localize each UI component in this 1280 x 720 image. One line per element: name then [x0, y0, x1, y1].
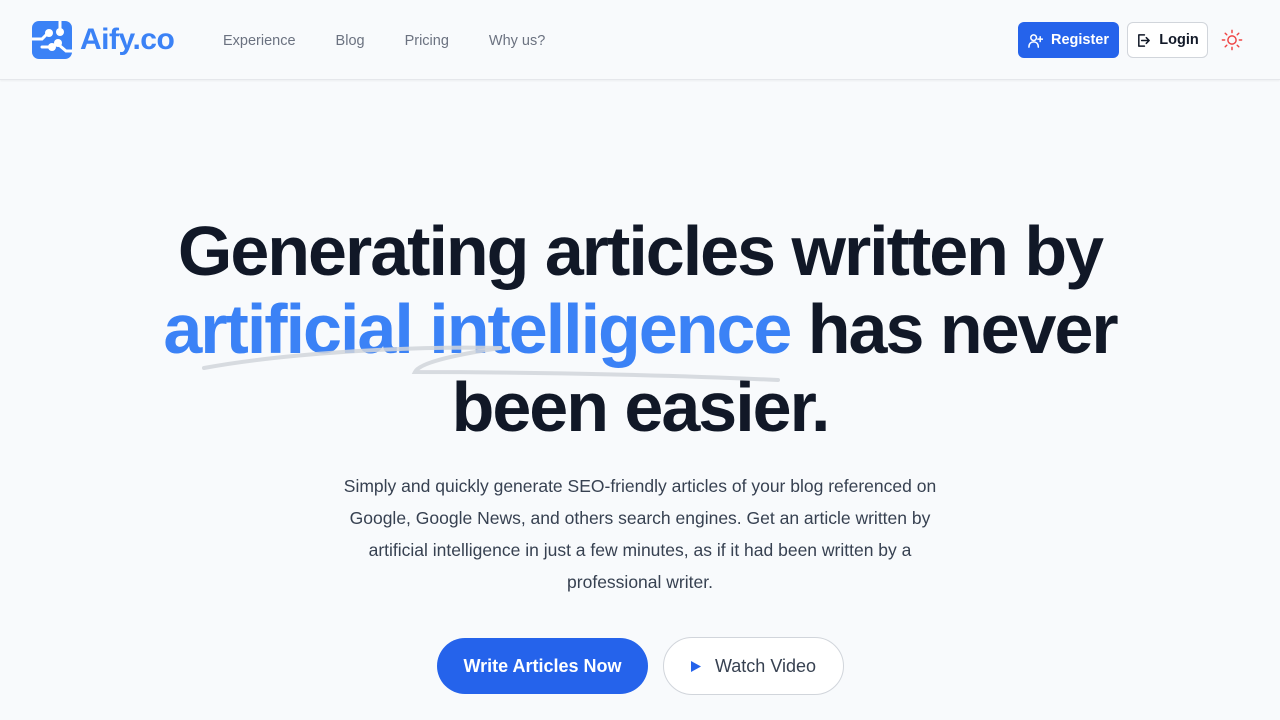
logo-text: Aify.co [80, 23, 175, 56]
hero-title: Generating articles written by artificia… [0, 212, 1280, 446]
register-button[interactable]: Register [1018, 22, 1119, 58]
watch-video-label: Watch Video [714, 655, 817, 676]
sun-icon [1221, 29, 1243, 51]
theme-toggle[interactable] [1216, 24, 1248, 56]
nav-blog[interactable]: Blog [336, 31, 365, 51]
register-label: Register [1050, 32, 1110, 48]
hero-title-line3: been easier. [451, 368, 831, 446]
site-header: Aify.co Experience Blog Pricing Why us? … [0, 0, 1280, 80]
user-plus-icon [1028, 33, 1043, 48]
hero-title-line1: Generating articles written by [177, 212, 1104, 290]
nav-pricing[interactable]: Pricing [405, 31, 449, 51]
nav-why-us[interactable]: Why us? [489, 31, 545, 51]
hero-title-accent: artificial intelligence [163, 290, 792, 368]
write-articles-button[interactable]: Write Articles Now [437, 638, 648, 694]
main-nav: Experience Blog Pricing Why us? [223, 31, 585, 51]
hero-title-after-accent: has never [790, 290, 1119, 368]
hero-subtitle: Simply and quickly generate SEO-friendly… [343, 476, 937, 592]
logo-icon [32, 21, 72, 59]
login-icon [1138, 33, 1151, 47]
login-label: Login [1159, 32, 1199, 48]
nav-experience[interactable]: Experience [223, 31, 296, 51]
watch-video-button[interactable]: Watch Video [663, 637, 844, 695]
login-button[interactable]: Login [1127, 22, 1208, 58]
logo-link[interactable]: Aify.co [32, 21, 175, 59]
play-icon [690, 660, 701, 672]
